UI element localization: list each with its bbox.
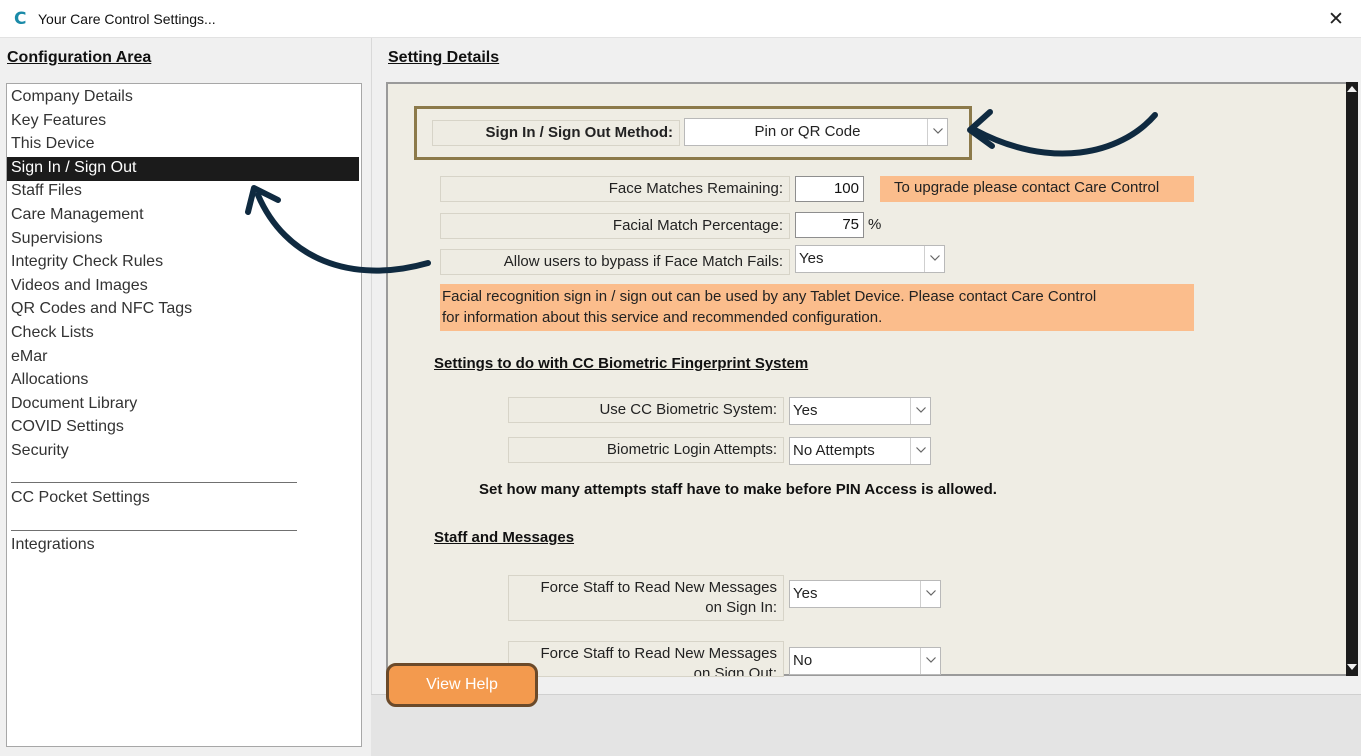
read-sign-in-label-line-2: on Sign In: <box>705 599 777 616</box>
config-item-company-details[interactable]: Company Details <box>7 86 359 110</box>
read-sign-out-label-line-1: Force Staff to Read New Messages <box>540 645 778 662</box>
biometric-attempts-label: Biometric Login Attempts: <box>508 437 784 463</box>
use-biometric-label: Use CC Biometric System: <box>508 397 784 423</box>
config-item-covid-settings[interactable]: COVID Settings <box>7 416 359 440</box>
staff-messages-title: Staff and Messages <box>434 529 575 546</box>
configuration-list: Company Details Key Features This Device… <box>6 83 362 747</box>
config-item-staff-files[interactable]: Staff Files <box>7 180 359 204</box>
facial-note-line-2: for information about this service and r… <box>442 309 883 326</box>
list-divider <box>11 530 297 531</box>
scroll-down-icon[interactable] <box>1347 664 1357 670</box>
close-icon[interactable]: ✕ <box>1323 6 1349 32</box>
chevron-down-icon <box>910 398 930 424</box>
facial-percentage-label: Facial Match Percentage: <box>440 213 790 239</box>
biometric-attempts-select[interactable]: No Attempts <box>789 437 931 465</box>
view-help-button[interactable]: View Help <box>386 663 538 707</box>
read-sign-out-value: No <box>793 652 813 669</box>
use-biometric-select[interactable]: Yes <box>789 397 931 425</box>
read-sign-out-select[interactable]: No <box>789 647 941 675</box>
read-sign-in-value: Yes <box>793 585 818 602</box>
setting-details-title: Setting Details <box>388 49 500 66</box>
config-item-security[interactable]: Security <box>7 440 359 464</box>
upgrade-note: To upgrade please contact Care Control <box>880 176 1194 202</box>
config-item-qr-codes-and-nfc-tags[interactable]: QR Codes and NFC Tags <box>7 298 359 322</box>
config-item-this-device[interactable]: This Device <box>7 133 359 157</box>
bypass-select[interactable]: Yes <box>795 245 945 273</box>
vertical-scrollbar[interactable] <box>1346 82 1358 676</box>
read-sign-out-label: Force Staff to Read New Messages on Sign… <box>508 641 784 677</box>
biometric-help-text: Set how many attempts staff have to make… <box>479 481 997 498</box>
config-item-emar[interactable]: eMar <box>7 346 359 370</box>
config-item-integrity-check-rules[interactable]: Integrity Check Rules <box>7 251 359 275</box>
read-sign-in-select[interactable]: Yes <box>789 580 941 608</box>
config-item-integrations[interactable]: Integrations <box>7 534 359 558</box>
config-item-care-management[interactable]: Care Management <box>7 204 359 228</box>
list-divider <box>11 482 297 483</box>
care-control-logo-icon: C <box>14 9 27 29</box>
chevron-down-icon <box>920 648 940 674</box>
chevron-down-icon <box>920 581 940 607</box>
chevron-down-icon <box>924 246 944 272</box>
bypass-value: Yes <box>799 250 824 267</box>
percent-suffix: % <box>868 216 882 233</box>
chevron-down-icon <box>910 438 930 464</box>
bypass-label: Allow users to bypass if Face Match Fail… <box>440 249 790 275</box>
facial-recognition-note: Facial recognition sign in / sign out ca… <box>440 284 1194 331</box>
title-bar: C Your Care Control Settings... ✕ <box>0 0 1361 38</box>
window-body: Configuration Area Company Details Key F… <box>0 38 1361 756</box>
config-item-key-features[interactable]: Key Features <box>7 110 359 134</box>
config-item-document-library[interactable]: Document Library <box>7 393 359 417</box>
face-matches-label: Face Matches Remaining: <box>440 176 790 202</box>
facial-note-line-1: Facial recognition sign in / sign out ca… <box>442 288 1097 305</box>
config-item-sign-in-sign-out[interactable]: Sign In / Sign Out <box>7 156 359 181</box>
config-item-videos-and-images[interactable]: Videos and Images <box>7 275 359 299</box>
window-title: Your Care Control Settings... <box>38 11 216 27</box>
configuration-area-title: Configuration Area <box>7 49 152 66</box>
face-matches-input[interactable]: 100 <box>795 176 864 202</box>
sign-method-label: Sign In / Sign Out Method: <box>432 120 680 146</box>
read-sign-out-label-line-2: on Sign Out: <box>693 665 777 677</box>
biometric-section-title: Settings to do with CC Biometric Fingerp… <box>434 355 809 372</box>
sign-method-value: Pin or QR Code <box>754 123 861 140</box>
read-sign-in-label-line-1: Force Staff to Read New Messages <box>540 579 778 596</box>
facial-percentage-input[interactable]: 75 <box>795 212 864 238</box>
scroll-up-icon[interactable] <box>1347 86 1357 92</box>
sign-method-select[interactable]: Pin or QR Code <box>684 118 948 146</box>
config-item-supervisions[interactable]: Supervisions <box>7 228 359 252</box>
read-sign-in-label: Force Staff to Read New Messages on Sign… <box>508 575 784 621</box>
chevron-down-icon <box>927 119 947 145</box>
config-item-allocations[interactable]: Allocations <box>7 369 359 393</box>
config-item-cc-pocket-settings[interactable]: CC Pocket Settings <box>7 487 359 511</box>
config-item-check-lists[interactable]: Check Lists <box>7 322 359 346</box>
